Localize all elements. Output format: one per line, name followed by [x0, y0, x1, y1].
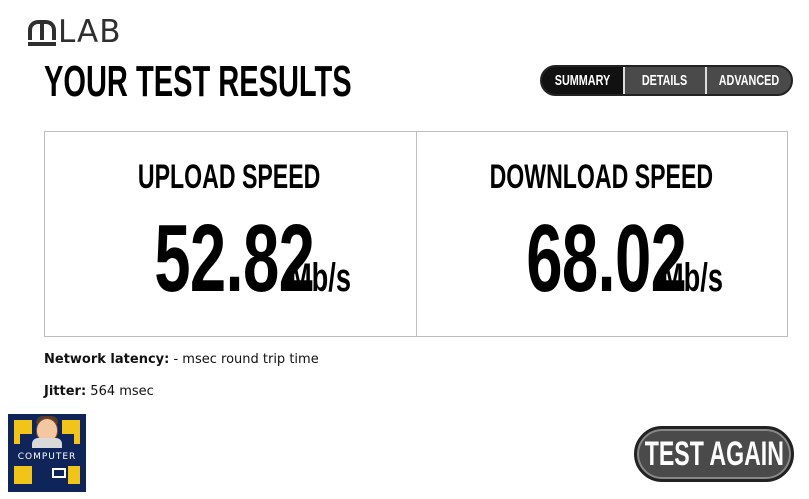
download-speed: 68.02 Mb/s [415, 211, 788, 307]
upload-unit: Mb/s [289, 256, 352, 300]
tab-advanced[interactable]: ADVANCED [705, 67, 791, 94]
latency-value: - msec round trip time [173, 352, 319, 367]
download-label: DOWNLOAD SPEED [489, 158, 714, 196]
tab-summary[interactable]: SUMMARY [542, 67, 623, 94]
network-latency: Network latency: - msec round trip time [44, 352, 319, 367]
monitor-icon [52, 468, 66, 478]
tab-details[interactable]: DETAILS [622, 67, 706, 94]
mlab-logo: LAB [28, 10, 122, 50]
results-tabs: SUMMARY DETAILS ADVANCED [540, 65, 793, 96]
upload-label: UPLOAD SPEED [138, 158, 321, 196]
test-again-button[interactable]: TEST AGAIN [634, 426, 794, 482]
jitter-value: 564 msec [90, 384, 154, 399]
download-unit: Mb/s [661, 256, 724, 300]
latency-label: Network latency: [44, 352, 170, 367]
computer-badge-logo: COMPUTER [8, 414, 86, 492]
upload-speed: 52.82 Mb/s [44, 211, 415, 307]
page-title: YOUR TEST RESULTS [44, 57, 352, 106]
mlab-m-icon [28, 20, 56, 46]
jitter: Jitter: 564 msec [44, 384, 154, 399]
badge-text: COMPUTER [17, 452, 77, 462]
logo-text: LAB [58, 14, 122, 50]
jitter-label: Jitter: [44, 384, 87, 399]
